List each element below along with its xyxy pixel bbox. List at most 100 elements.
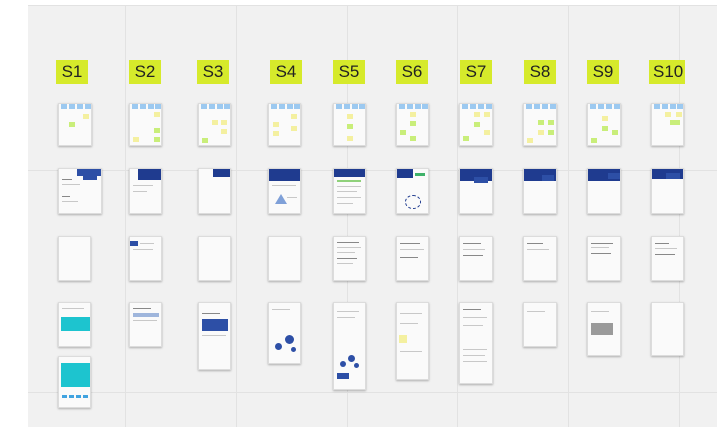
sticky-note[interactable] [347, 124, 353, 129]
deliverable-doc-s7[interactable] [459, 302, 493, 384]
sprint-label-s5[interactable]: S5 [333, 60, 365, 84]
sticky-note[interactable] [221, 129, 227, 134]
sticky-note[interactable] [484, 130, 490, 135]
deliverable-doc-s1[interactable] [58, 302, 91, 347]
sticky-note[interactable] [612, 130, 618, 135]
notes-doc-s7[interactable] [459, 236, 493, 281]
deliverable-doc-s8[interactable] [523, 302, 557, 347]
whiteboard-canvas[interactable]: S1 S2 S3 S4 S5 S6 S7 S8 S9 S10 [0, 0, 717, 427]
sticky-note[interactable] [154, 112, 160, 117]
sticky-note[interactable] [347, 136, 353, 141]
story-board-s5[interactable] [333, 103, 366, 146]
sticky-note[interactable] [676, 112, 682, 117]
chip [69, 395, 74, 398]
sprint-label-s8[interactable]: S8 [524, 60, 556, 84]
deliverable-doc-s3[interactable] [198, 302, 231, 370]
sticky-note[interactable] [291, 114, 297, 119]
notes-doc-s8[interactable] [523, 236, 557, 281]
sticky-note[interactable] [273, 131, 279, 136]
design-doc-s7[interactable] [459, 168, 493, 214]
design-doc-s3[interactable] [198, 168, 231, 214]
sticky-note[interactable] [410, 136, 416, 141]
sprint-label-s1[interactable]: S1 [56, 60, 88, 84]
notes-doc-s4[interactable] [268, 236, 301, 281]
deliverable-doc-s4[interactable] [268, 302, 301, 364]
deliverable-doc-s9[interactable] [587, 302, 621, 356]
sticky-note[interactable] [527, 138, 533, 143]
sticky-note[interactable] [591, 138, 597, 143]
text-line [272, 309, 290, 310]
sticky-note[interactable] [202, 138, 208, 143]
sticky-note[interactable] [291, 126, 297, 131]
sticky-note[interactable] [538, 130, 544, 135]
sprint-label-s3[interactable]: S3 [197, 60, 229, 84]
notes-doc-s10[interactable] [651, 236, 684, 281]
sticky-note[interactable] [665, 112, 671, 117]
sticky-note[interactable] [538, 120, 544, 125]
story-board-s6[interactable] [396, 103, 429, 146]
text-line [591, 247, 609, 248]
sprint-label-s6[interactable]: S6 [396, 60, 428, 84]
design-doc-s4[interactable] [268, 168, 301, 214]
sticky-note[interactable] [399, 335, 407, 343]
design-doc-s10[interactable] [651, 168, 684, 214]
sticky-note[interactable] [670, 120, 680, 125]
story-board-s8[interactable] [523, 103, 557, 146]
story-board-s3[interactable] [198, 103, 231, 146]
design-doc-s5[interactable] [333, 168, 366, 214]
story-board-s9[interactable] [587, 103, 621, 146]
story-board-s4[interactable] [268, 103, 301, 146]
notes-doc-s3[interactable] [198, 236, 231, 281]
sticky-note[interactable] [221, 120, 227, 125]
text-line [202, 313, 220, 314]
sticky-note[interactable] [484, 112, 490, 117]
sprint-label-s9[interactable]: S9 [587, 60, 619, 84]
sticky-note[interactable] [83, 114, 89, 119]
story-board-s2[interactable] [129, 103, 162, 146]
sticky-note[interactable] [154, 128, 160, 133]
sticky-note[interactable] [410, 112, 416, 117]
sprint-label-s2[interactable]: S2 [129, 60, 161, 84]
sticky-note[interactable] [400, 130, 406, 135]
sprint-label-s7[interactable]: S7 [460, 60, 492, 84]
story-board-s1[interactable] [58, 103, 92, 146]
sticky-note[interactable] [154, 137, 160, 142]
sticky-note[interactable] [602, 116, 608, 121]
sprint-label-s4[interactable]: S4 [270, 60, 302, 84]
column-tab [399, 104, 405, 109]
column-tab [77, 104, 83, 109]
design-doc-s2[interactable] [129, 168, 162, 214]
sticky-note[interactable] [273, 122, 279, 127]
deliverable-doc-s5[interactable] [333, 302, 366, 390]
sticky-note[interactable] [548, 120, 554, 125]
sticky-note[interactable] [69, 122, 75, 127]
sticky-note[interactable] [474, 112, 480, 117]
sticky-note[interactable] [212, 120, 218, 125]
sticky-note[interactable] [548, 130, 554, 135]
deliverable-doc-s10[interactable] [651, 302, 684, 356]
header-band [666, 173, 680, 179]
notes-doc-s6[interactable] [396, 236, 429, 281]
notes-doc-s1[interactable] [58, 236, 91, 281]
design-doc-s6[interactable] [396, 168, 429, 214]
deliverable-doc-s2[interactable] [129, 302, 162, 347]
story-board-s10[interactable] [651, 103, 684, 146]
sticky-note[interactable] [602, 126, 608, 131]
design-doc-s1[interactable] [58, 168, 102, 214]
deliverable-doc-s6[interactable] [396, 302, 429, 380]
sticky-note[interactable] [474, 122, 480, 127]
notes-doc-s5[interactable] [333, 236, 366, 281]
deliverable-doc-s1-extra[interactable] [58, 356, 91, 408]
design-doc-s9[interactable] [587, 168, 621, 214]
sticky-note[interactable] [347, 114, 353, 119]
notes-doc-s9[interactable] [587, 236, 621, 281]
design-doc-s8[interactable] [523, 168, 557, 214]
column-tab [486, 104, 492, 109]
sticky-note[interactable] [133, 137, 139, 142]
notes-doc-s2[interactable] [129, 236, 162, 281]
sticky-note[interactable] [463, 136, 469, 141]
text-line [337, 317, 355, 318]
sticky-note[interactable] [410, 121, 416, 126]
sprint-label-s10[interactable]: S10 [649, 60, 685, 84]
story-board-s7[interactable] [459, 103, 493, 146]
